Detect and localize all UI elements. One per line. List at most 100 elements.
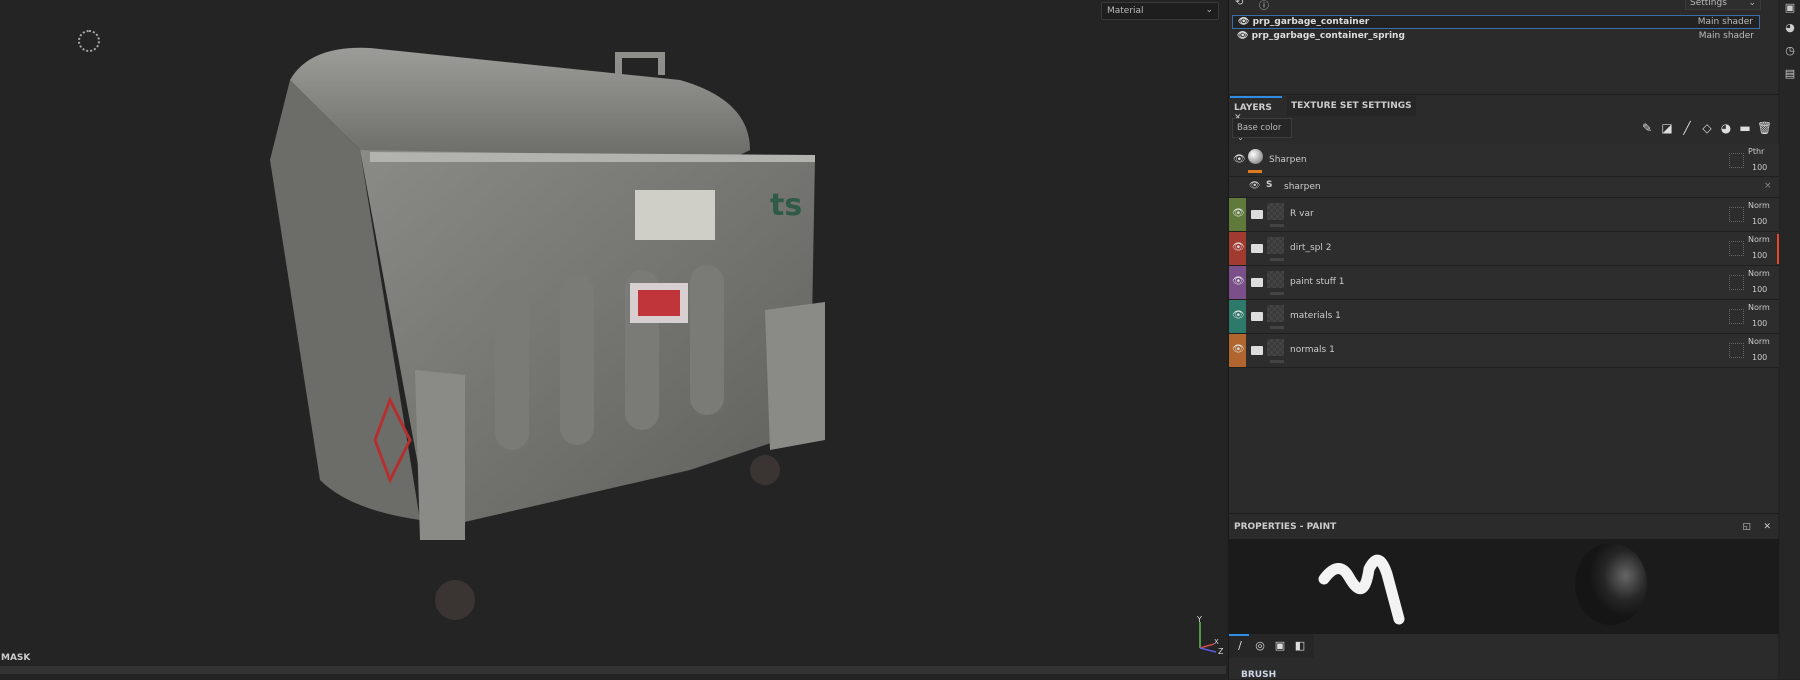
eye-icon[interactable]: 👁 — [1232, 242, 1245, 253]
layer-thumbnail — [1267, 305, 1284, 322]
eye-icon[interactable]: 👁 — [1233, 154, 1246, 165]
axis-x-label: X — [1214, 638, 1219, 646]
material-mode-value: Material — [1107, 6, 1144, 16]
layer-mask-bar — [1270, 258, 1284, 261]
opacity-value[interactable]: 100 — [1752, 285, 1767, 294]
texture-set-item[interactable]: 👁 prp_garbage_container_spring Main shade… — [1232, 30, 1760, 44]
eye-icon[interactable]: 👁 — [1232, 310, 1245, 321]
opacity-value[interactable]: 100 — [1752, 251, 1767, 260]
mask-slot[interactable] — [1729, 343, 1744, 358]
log-icon[interactable]: ▤ — [1784, 68, 1796, 80]
tab-label: LAYERS — [1234, 103, 1272, 113]
add-fill-layer-icon[interactable]: ◇ — [1700, 121, 1714, 135]
texture-set-name: prp_garbage_container_spring — [1251, 31, 1405, 41]
add-smart-mask-icon[interactable]: ◪ — [1660, 121, 1674, 135]
axis-gizmo: Y X Z — [1196, 615, 1224, 654]
stroke-preview — [1318, 543, 1647, 625]
layer-mask-bar — [1270, 326, 1284, 329]
visibility-toggle-icon[interactable]: ⟲ — [1235, 0, 1243, 8]
tab-texture-set-settings[interactable]: TEXTURE SET SETTINGS — [1287, 96, 1416, 116]
layer-mask-bar — [1270, 224, 1284, 227]
blend-mode[interactable]: Norm — [1748, 201, 1770, 210]
right-panel: ⟲ ⓘ Settings ⌄ 👁 prp_garbage_container Ma… — [1228, 0, 1779, 680]
layer-name: R var — [1290, 209, 1314, 219]
undock-icon[interactable]: ◱ — [1742, 522, 1751, 532]
add-mask-icon[interactable]: ◕ — [1719, 121, 1733, 135]
mask-slot[interactable] — [1729, 207, 1744, 222]
opacity-value[interactable]: 100 — [1752, 319, 1767, 328]
info-icon[interactable]: ⓘ — [1259, 0, 1269, 12]
svg-text:ts: ts — [770, 188, 802, 223]
add-effect-icon[interactable]: ✎ — [1640, 121, 1654, 135]
texture-set-name: prp_garbage_container — [1252, 17, 1370, 27]
opacity-value[interactable]: 100 — [1752, 353, 1767, 362]
eye-icon[interactable]: 👁 — [1232, 276, 1245, 287]
history-icon[interactable]: ◷ — [1784, 45, 1796, 57]
chevron-down-icon: ⌄ — [1205, 5, 1213, 15]
panel-tabs: LAYERS ✕ TEXTURE SET SETTINGS — [1229, 94, 1779, 123]
filter-thumbnail — [1248, 149, 1263, 164]
layer-name: Sharpen — [1269, 155, 1307, 165]
effect-row-sharpen[interactable]: 👁 S sharpen × — [1229, 177, 1779, 198]
3d-viewport[interactable]: ts Material ⌄ Y X Z MASK — [0, 0, 1226, 668]
layer-thumbnail — [1267, 271, 1284, 288]
filter-layer-sharpen[interactable]: 👁 Sharpen Pthr 100 — [1229, 144, 1779, 177]
layer-thumbnail — [1267, 339, 1284, 356]
eye-icon[interactable]: 👁 — [1249, 181, 1260, 191]
close-icon[interactable]: × — [1764, 181, 1772, 191]
stencil-tab-icon[interactable]: ▣ — [1273, 639, 1287, 653]
chevron-down-icon: ⌄ — [1748, 0, 1756, 8]
layer-row[interactable]: 👁 normals 1 Norm 100 — [1229, 334, 1779, 368]
folder-icon — [1251, 244, 1263, 253]
layer-name: normals 1 — [1290, 345, 1335, 355]
layer-row[interactable]: 👁 materials 1 Norm 100 — [1229, 300, 1779, 334]
layer-thumbnail — [1267, 237, 1284, 254]
effect-name: sharpen — [1284, 182, 1321, 192]
mask-slot[interactable] — [1729, 153, 1744, 168]
opacity-value[interactable]: 100 — [1752, 217, 1767, 226]
tab-layers[interactable]: LAYERS ✕ — [1230, 96, 1282, 123]
mask-slot[interactable] — [1729, 241, 1744, 256]
properties-title: PROPERTIES - PAINT — [1234, 522, 1337, 532]
garbage-container-model: ts — [270, 47, 825, 620]
layer-name: materials 1 — [1290, 311, 1341, 321]
folder-icon — [1251, 312, 1263, 321]
texture-set-item[interactable]: 👁 prp_garbage_container Main shader — [1232, 15, 1760, 29]
opacity-value[interactable]: 100 — [1752, 163, 1767, 172]
filter-color-bar — [1248, 170, 1262, 173]
axis-z-label: Z — [1218, 647, 1224, 654]
blend-mode[interactable]: Norm — [1748, 303, 1770, 312]
loading-spinner-icon — [78, 30, 100, 52]
blend-mode[interactable]: Norm — [1748, 337, 1770, 346]
blend-mode[interactable]: Norm — [1748, 235, 1770, 244]
channel-value: Base color — [1237, 123, 1282, 133]
material-tab-icon[interactable]: ◧ — [1293, 639, 1307, 653]
mask-slot[interactable] — [1729, 275, 1744, 290]
axis-y-label: Y — [1196, 615, 1202, 624]
blend-mode[interactable]: Pthr — [1748, 147, 1764, 156]
blend-mode[interactable]: Norm — [1748, 269, 1770, 278]
layer-mask-bar — [1270, 360, 1284, 363]
texture-set-icon[interactable]: ▣ — [1784, 2, 1796, 14]
shader-name: Main shader — [1698, 31, 1754, 41]
add-folder-icon[interactable]: ▬ — [1738, 121, 1752, 135]
layer-row[interactable]: 👁 R var Norm 100 — [1229, 198, 1779, 232]
selection-indicator — [1777, 234, 1779, 264]
material-mode-dropdown[interactable]: Material ⌄ — [1101, 2, 1219, 20]
channel-dropdown[interactable]: Base color ⌄ — [1232, 118, 1292, 143]
chevron-down-icon: ⌄ — [1237, 133, 1245, 143]
add-paint-layer-icon[interactable]: ╱ — [1680, 121, 1694, 135]
close-icon[interactable]: ✕ — [1763, 522, 1771, 532]
eye-icon[interactable]: 👁 — [1232, 208, 1245, 219]
mask-slot[interactable] — [1729, 309, 1744, 324]
eye-icon[interactable]: 👁 — [1232, 344, 1245, 355]
brush-tab-icon[interactable]: ∕ — [1233, 639, 1247, 653]
layer-row[interactable]: 👁 dirt_spl 2 Norm 100 — [1229, 232, 1779, 266]
settings-label: Settings — [1690, 0, 1727, 8]
alpha-tab-icon[interactable]: ◎ — [1253, 639, 1267, 653]
delete-icon[interactable]: 🗑 — [1757, 121, 1772, 135]
settings-dropdown[interactable]: Settings ⌄ — [1685, 0, 1761, 10]
folder-icon — [1251, 346, 1263, 355]
layer-row[interactable]: 👁 paint stuff 1 Norm 100 — [1229, 266, 1779, 300]
display-settings-icon[interactable]: ◕ — [1784, 22, 1796, 34]
